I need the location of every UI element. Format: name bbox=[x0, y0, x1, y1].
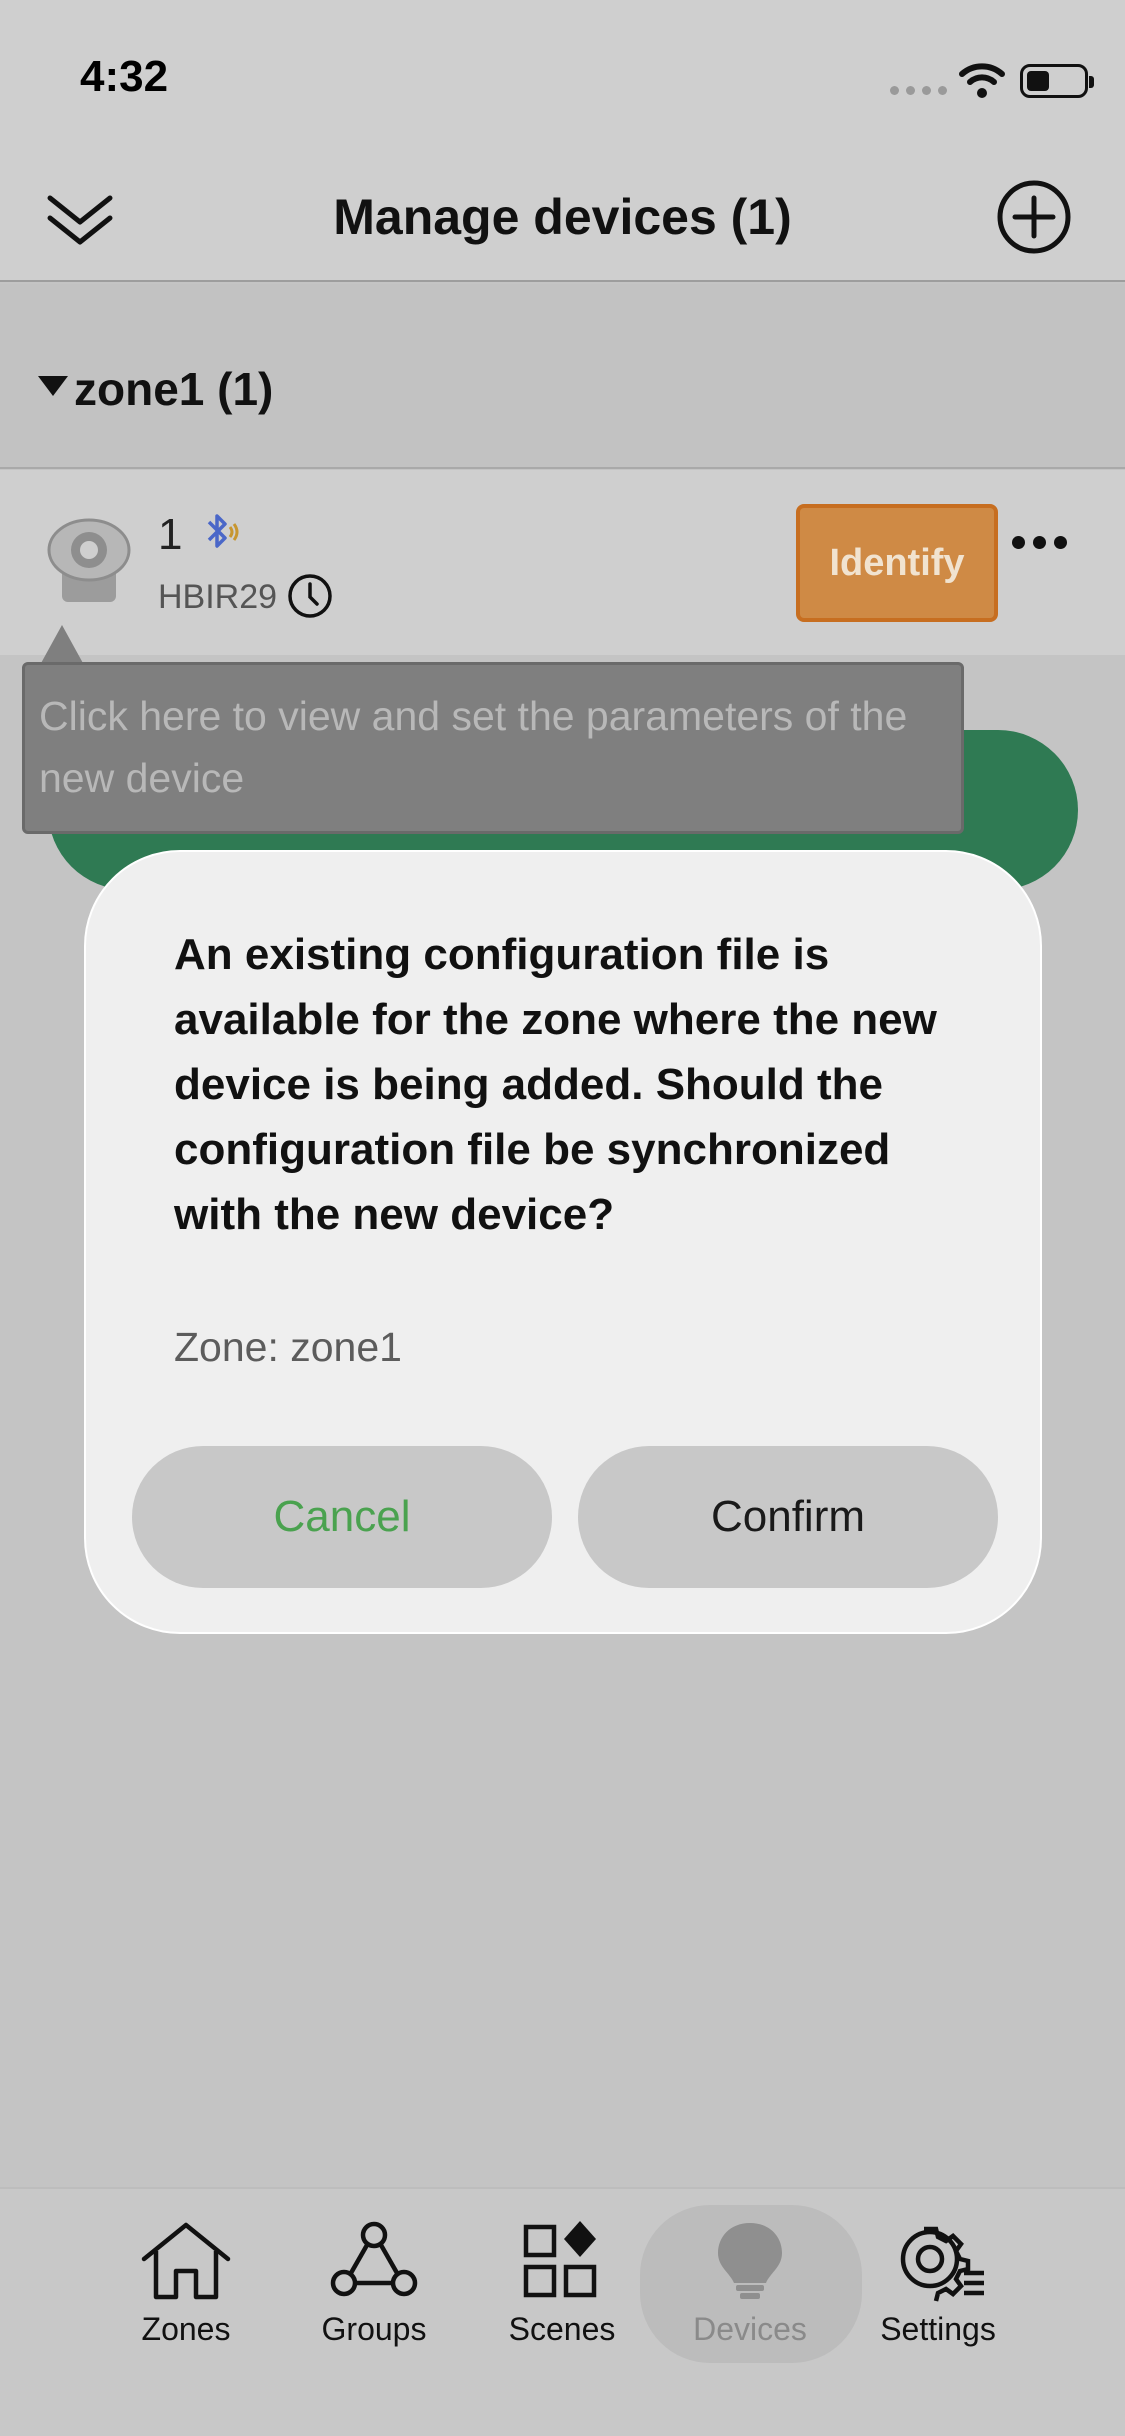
app-header: Manage devices (1) bbox=[0, 160, 1125, 282]
add-device-icon[interactable] bbox=[995, 178, 1073, 256]
cellular-signal-icon bbox=[890, 86, 947, 95]
tab-label: Zones bbox=[141, 2311, 231, 2347]
device-row[interactable]: 1 HBIR29 Identify bbox=[0, 470, 1125, 655]
tab-label: Devices bbox=[693, 2311, 807, 2347]
groups-icon bbox=[330, 2221, 418, 2297]
device-name: 1 bbox=[158, 510, 183, 559]
tab-groups[interactable]: Groups bbox=[289, 2219, 459, 2379]
tab-label: Settings bbox=[880, 2311, 996, 2347]
zone-label: zone1 (1) bbox=[74, 363, 274, 415]
page-title: Manage devices (1) bbox=[333, 189, 792, 245]
bulb-icon bbox=[718, 2223, 782, 2299]
confirm-button[interactable]: Confirm bbox=[578, 1446, 998, 1588]
caret-down-icon bbox=[38, 376, 68, 396]
sensor-device-icon bbox=[47, 518, 131, 602]
battery-icon bbox=[1020, 64, 1094, 98]
dialog-message: An existing configuration file is availa… bbox=[174, 930, 937, 1239]
tab-zones[interactable]: Zones bbox=[101, 2219, 271, 2379]
status-bar: 4:32 bbox=[0, 0, 1125, 160]
tab-bar: Zones Groups Scenes Devices Settings bbox=[0, 2187, 1125, 2436]
wifi-icon bbox=[959, 63, 1005, 98]
device-model: HBIR29 bbox=[158, 578, 278, 616]
tooltip-pointer bbox=[40, 625, 84, 665]
zone-section-header[interactable]: zone1 (1) bbox=[0, 284, 1125, 469]
more-options-icon[interactable] bbox=[1012, 536, 1067, 549]
bluetooth-icon bbox=[207, 514, 239, 548]
tooltip-text: Click here to view and set the parameter… bbox=[39, 693, 908, 801]
scenes-icon bbox=[523, 2221, 597, 2298]
status-time: 4:32 bbox=[80, 52, 169, 101]
tab-settings[interactable]: Settings bbox=[853, 2219, 1023, 2379]
house-icon bbox=[141, 2222, 231, 2300]
tab-devices[interactable]: Devices bbox=[665, 2219, 835, 2379]
tab-label: Scenes bbox=[508, 2311, 616, 2347]
dialog-zone: Zone: zone1 bbox=[174, 1324, 402, 1370]
gear-icon bbox=[900, 2226, 984, 2302]
parameters-tooltip[interactable]: Click here to view and set the parameter… bbox=[22, 662, 964, 834]
cancel-button[interactable]: Cancel bbox=[132, 1446, 552, 1588]
clock-icon bbox=[288, 574, 332, 618]
tab-scenes[interactable]: Scenes bbox=[477, 2219, 647, 2379]
sync-config-dialog: An existing configuration file is availa… bbox=[84, 850, 1042, 1634]
identify-button[interactable]: Identify bbox=[796, 504, 998, 622]
tab-label: Groups bbox=[321, 2311, 427, 2347]
